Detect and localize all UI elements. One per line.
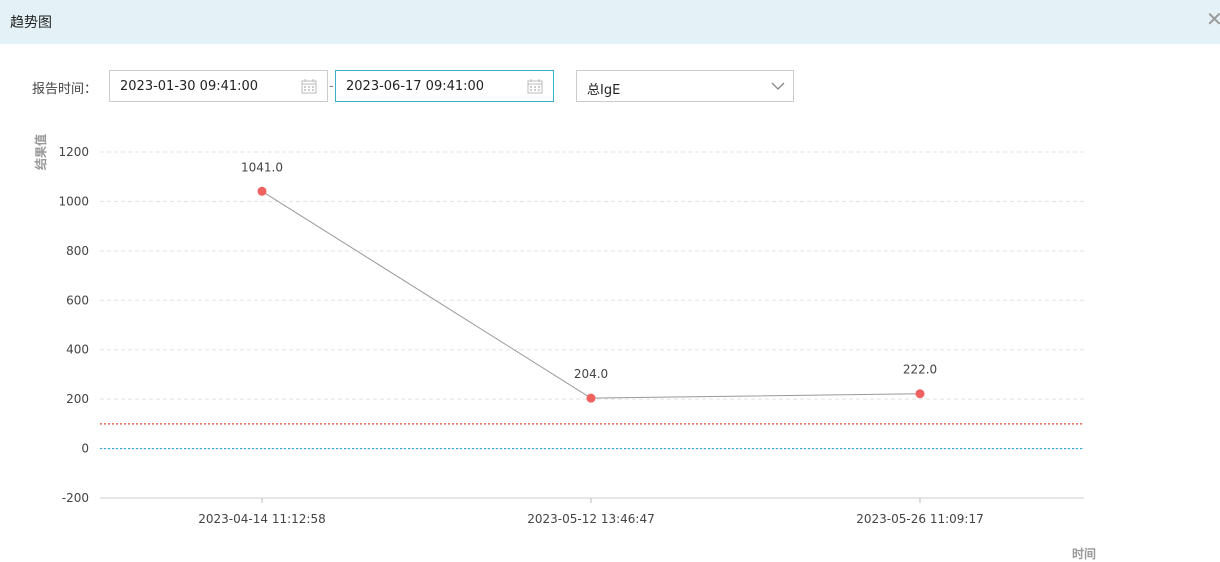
- dialog-title: 趋势图: [10, 15, 52, 31]
- title-bar: 趋势图 ✕: [0, 0, 1220, 44]
- data-label: 222.0: [903, 363, 937, 377]
- y-tick-label: 600: [66, 293, 89, 307]
- y-tick-label: 800: [66, 244, 89, 258]
- y-tick-label: 1200: [58, 145, 89, 159]
- data-label: 204.0: [574, 367, 608, 381]
- test-item-value: 总IgE: [587, 83, 621, 98]
- date-range-separator: -: [329, 79, 334, 94]
- start-date-value: 2023-01-30 09:41:00: [120, 79, 259, 94]
- y-tick-label: 1000: [58, 194, 89, 208]
- y-axis-title: 结果值: [33, 134, 48, 170]
- data-point: [915, 389, 925, 399]
- y-tick-label: 400: [66, 343, 89, 357]
- trend-chart: 1200 1000 800 600 400 200 0 -200 2023-04-14 11:1…: [33, 134, 1096, 561]
- start-date-input[interactable]: 2023-01-30 09:41:00: [109, 70, 328, 102]
- end-date-value: 2023-06-17 09:41:00: [346, 79, 485, 94]
- y-tick-label: 200: [66, 392, 89, 406]
- test-item-select[interactable]: 总IgE: [576, 70, 794, 102]
- chevron-down-icon[interactable]: [771, 80, 785, 92]
- report-time-label: 报告时间：: [32, 82, 98, 97]
- data-point: [586, 393, 596, 403]
- calendar-icon[interactable]: [527, 79, 543, 94]
- data-point: [257, 186, 267, 196]
- end-date-input[interactable]: 2023-06-17 09:41:00: [335, 70, 554, 102]
- calendar-icon[interactable]: [301, 79, 317, 94]
- data-label: 1041.0: [241, 160, 283, 174]
- close-icon[interactable]: ✕: [1206, 9, 1220, 29]
- x-tick-label: 2023-05-12 13:46:47: [527, 512, 654, 526]
- y-tick-label: 0: [81, 442, 89, 456]
- x-tick-label: 2023-04-14 11:12:58: [198, 512, 325, 526]
- x-axis-title: 时间: [1072, 546, 1096, 561]
- y-tick-label: -200: [62, 491, 89, 505]
- x-tick-label: 2023-05-26 11:09:17: [856, 512, 983, 526]
